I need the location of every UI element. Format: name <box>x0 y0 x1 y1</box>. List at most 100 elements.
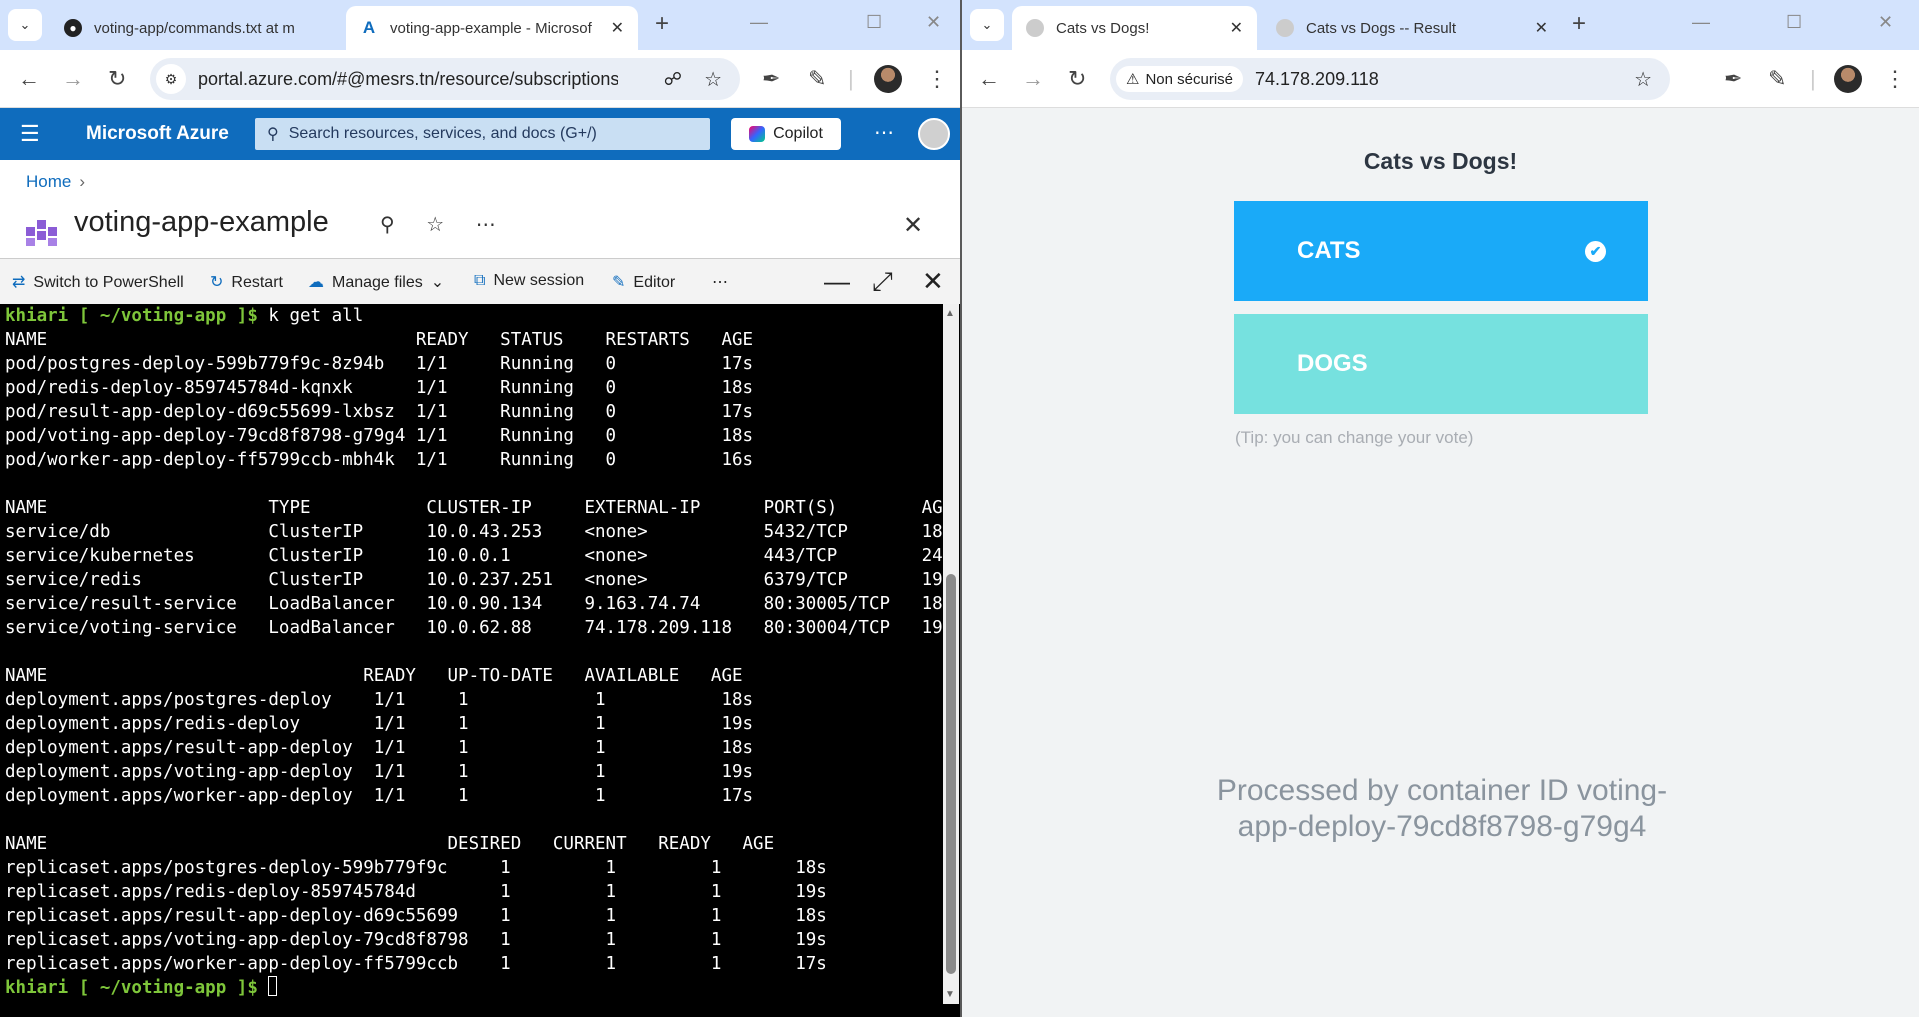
warning-icon: ⚠ <box>1126 71 1140 88</box>
extensions-icon[interactable]: ✎ <box>808 66 826 92</box>
tab-strip: ⌄ ● voting-app/commands.txt at m A votin… <box>0 0 960 50</box>
bookmark-star-icon[interactable]: ☆ <box>1634 67 1652 92</box>
browser-toolbar: ← → ↻ ⚙ portal.azure.com/#@mesrs.tn/reso… <box>0 50 960 108</box>
install-app-icon[interactable]: ☍ <box>664 69 682 90</box>
maximize-button[interactable]: ☐ <box>1786 12 1802 33</box>
azure-search-input[interactable]: ⚲ Search resources, services, and docs (… <box>255 118 710 150</box>
close-tab-icon[interactable]: ✕ <box>1230 18 1243 38</box>
profile-avatar[interactable] <box>874 65 902 93</box>
browser-menu-icon[interactable]: ⋮ <box>926 66 948 92</box>
pin-icon[interactable]: ⚲ <box>380 214 395 236</box>
extension-pin-icon[interactable]: ✒ <box>762 66 780 92</box>
address-bar[interactable]: ⚙ portal.azure.com/#@mesrs.tn/resource/s… <box>150 58 740 100</box>
site-info-icon[interactable]: ⚙ <box>156 64 186 94</box>
tab-github-commands[interactable]: ● voting-app/commands.txt at m <box>50 6 342 50</box>
terminal-output-line: replicaset.apps/result-app-deploy-d69c55… <box>5 906 827 926</box>
browser-menu-icon[interactable]: ⋮ <box>1884 66 1906 92</box>
terminal-output-line: deployment.apps/worker-app-deploy 1/1 1 … <box>5 786 754 806</box>
terminal-output-line: pod/postgres-deploy-599b779f9c-8z94b 1/1… <box>5 354 754 374</box>
tab-cats-vs-dogs-result[interactable]: Cats vs Dogs -- Result ✕ <box>1262 6 1562 50</box>
back-icon[interactable]: ← <box>978 66 1000 92</box>
terminal-scrollbar[interactable]: ▲ ▼ <box>943 304 959 1004</box>
terminal-output-line <box>5 472 953 496</box>
minimize-shell-icon[interactable]: — <box>824 266 850 297</box>
scroll-down-icon[interactable]: ▼ <box>945 989 955 1000</box>
maximize-button[interactable]: ☐ <box>866 12 882 33</box>
vote-cats-button[interactable]: CATS ✔ <box>1234 201 1648 301</box>
forward-icon[interactable]: → <box>1022 66 1044 92</box>
right-browser-window: ⌄ Cats vs Dogs! ✕ Cats vs Dogs -- Result… <box>962 0 1919 1017</box>
close-tab-icon[interactable]: ✕ <box>1535 18 1548 38</box>
terminal-output-line: deployment.apps/voting-app-deploy 1/1 1 … <box>5 762 754 782</box>
tab-cats-vs-dogs[interactable]: Cats vs Dogs! ✕ <box>1012 6 1257 50</box>
extension-pin-icon[interactable]: ✒ <box>1724 66 1742 92</box>
vote-dogs-button[interactable]: DOGS <box>1234 314 1648 414</box>
pencil-icon: ✎ <box>612 274 626 291</box>
user-avatar[interactable] <box>918 118 950 150</box>
terminal-output-line: NAME READY UP-TO-DATE AVAILABLE AGE <box>5 666 743 686</box>
reload-icon[interactable]: ↻ <box>108 66 126 92</box>
new-tab-button[interactable]: + <box>1572 10 1586 38</box>
terminal-output-line: NAME DESIRED CURRENT READY AGE <box>5 834 775 854</box>
toolbar-divider: | <box>1810 66 1816 91</box>
forward-icon[interactable]: → <box>62 66 84 92</box>
minimize-button[interactable]: — <box>750 12 768 33</box>
tab-search-button[interactable]: ⌄ <box>8 9 42 41</box>
manage-files-button[interactable]: ☁ Manage files ⌄ <box>308 272 444 292</box>
maximize-shell-icon[interactable]: ⤢ <box>872 266 893 298</box>
scrollbar-thumb[interactable] <box>946 574 956 974</box>
globe-icon <box>1026 19 1044 37</box>
check-icon: ✔ <box>1585 241 1606 262</box>
terminal-output-line: service/voting-service LoadBalancer 10.0… <box>5 618 954 638</box>
minimize-button[interactable]: — <box>1692 12 1710 33</box>
voting-page: Cats vs Dogs! CATS ✔ DOGS (Tip: you can … <box>962 108 1919 1017</box>
terminal-output-line: pod/voting-app-deploy-79cd8f8798-g79g4 1… <box>5 426 754 446</box>
close-window-button[interactable]: ✕ <box>1878 12 1893 33</box>
terminal-output-line: pod/redis-deploy-859745784d-kqnxk 1/1 Ru… <box>5 378 754 398</box>
not-secure-chip[interactable]: ⚠ Non sécurisé <box>1116 66 1243 92</box>
terminal-output-line: deployment.apps/result-app-deploy 1/1 1 … <box>5 738 754 758</box>
extensions-icon[interactable]: ✎ <box>1768 66 1786 92</box>
terminal-output-line: service/redis ClusterIP 10.0.237.251 <no… <box>5 570 954 590</box>
restart-icon: ↻ <box>210 274 224 291</box>
terminal-prompt-line: khiari [ ~/voting-app ]$ <box>5 976 953 1000</box>
favorite-star-icon[interactable]: ☆ <box>426 214 444 236</box>
profile-avatar[interactable] <box>1834 65 1862 93</box>
tab-azure-portal[interactable]: A voting-app-example - Microsof ✕ <box>346 6 638 50</box>
breadcrumb-home[interactable]: Home <box>26 172 71 191</box>
back-icon[interactable]: ← <box>18 66 40 92</box>
resource-actions: ⚲ ☆ ⋯ <box>380 212 522 237</box>
terminal-output-line <box>5 640 953 664</box>
copilot-button[interactable]: Copilot <box>731 118 841 150</box>
terminal-output-line: pod/result-app-deploy-d69c55699-lxbsz 1/… <box>5 402 754 422</box>
new-session-button[interactable]: ⧉ New session <box>474 272 584 290</box>
page-title: voting-app-example <box>74 206 329 238</box>
processed-by-text: Processed by container ID voting-app-dep… <box>1216 774 1668 843</box>
switch-powershell-button[interactable]: ⇄ Switch to PowerShell <box>12 272 184 292</box>
new-session-icon: ⧉ <box>474 272 486 289</box>
chevron-down-icon: ⌄ <box>430 274 445 291</box>
close-tab-icon[interactable]: ✕ <box>611 18 624 38</box>
azure-brand[interactable]: Microsoft Azure <box>86 123 229 145</box>
container-app-icon <box>26 220 57 246</box>
close-blade-icon[interactable]: ✕ <box>903 211 923 240</box>
tab-search-button-right[interactable]: ⌄ <box>970 9 1004 41</box>
editor-button[interactable]: ✎ Editor <box>612 272 675 292</box>
more-shell-options-icon[interactable]: ⋯ <box>712 272 728 292</box>
portal-menu-icon[interactable]: ☰ <box>20 121 40 147</box>
bookmark-star-icon[interactable]: ☆ <box>704 67 722 92</box>
new-tab-button[interactable]: + <box>655 10 669 38</box>
terminal[interactable]: khiari [ ~/voting-app ]$ k get all NAME R… <box>0 304 960 1017</box>
close-shell-icon[interactable]: ✕ <box>922 266 944 297</box>
globe-icon <box>1276 19 1294 37</box>
reload-icon[interactable]: ↻ <box>1068 66 1086 92</box>
scroll-up-icon[interactable]: ▲ <box>945 308 955 319</box>
azure-top-bar: ☰ Microsoft Azure ⚲ Search resources, se… <box>0 108 960 160</box>
address-bar[interactable]: ⚠ Non sécurisé 74.178.209.118 ☆ <box>1110 58 1670 100</box>
chevron-right-icon: › <box>79 172 86 191</box>
more-icon[interactable]: ⋯ <box>476 214 496 236</box>
close-window-button[interactable]: ✕ <box>926 12 941 33</box>
restart-button[interactable]: ↻ Restart <box>210 272 283 292</box>
more-options-icon[interactable]: ⋯ <box>874 120 894 145</box>
terminal-output-line: service/kubernetes ClusterIP 10.0.0.1 <n… <box>5 546 954 566</box>
